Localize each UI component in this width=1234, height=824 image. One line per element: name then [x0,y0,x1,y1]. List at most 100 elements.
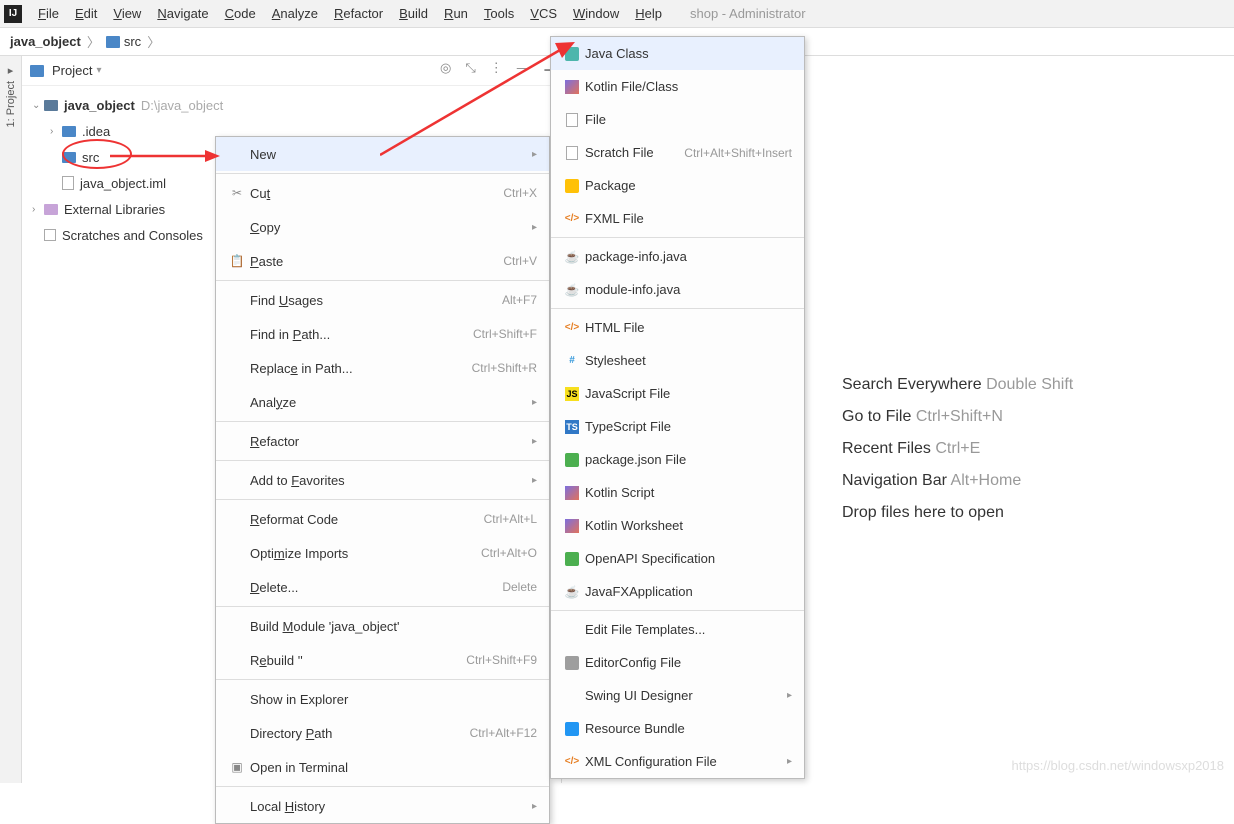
menu-item-icon: </> [563,213,581,224]
menu-item-icon [563,47,581,61]
new-package-json-file[interactable]: package.json File [551,443,804,476]
minimize-icon[interactable]: — [517,60,530,82]
panel-title[interactable]: Project [52,63,92,78]
menu-run[interactable]: Run [436,6,476,21]
chevron-right-icon: ▸ [532,397,537,408]
menu-analyze[interactable]: Analyze [264,6,326,21]
expand-icon[interactable]: › [32,204,44,215]
menu-refactor[interactable]: Refactor [326,6,391,21]
module-icon [44,100,58,111]
ctx-paste[interactable]: 📋PasteCtrl+V [216,244,549,278]
new-resource-bundle[interactable]: Resource Bundle [551,712,804,745]
menu-item-icon [563,486,581,500]
chevron-right-icon: ▸ [787,690,792,701]
menu-help[interactable]: Help [627,6,670,21]
ctx-analyze[interactable]: Analyze▸ [216,385,549,419]
ctx-reformat-code[interactable]: Reformat CodeCtrl+Alt+L [216,502,549,536]
new-fxml-file[interactable]: </>FXML File [551,202,804,235]
menu-item-icon [563,179,581,193]
new-swing-ui-designer[interactable]: Swing UI Designer▸ [551,679,804,712]
breadcrumb-project[interactable]: java_object [10,34,81,49]
menu-item-icon: ☕ [563,283,581,297]
more-icon[interactable]: ⋮ [490,60,503,82]
menu-tools[interactable]: Tools [476,6,522,21]
breadcrumb-folder[interactable]: src [124,34,141,49]
menu-item-icon: # [563,355,581,366]
menu-item-icon [563,519,581,533]
expand-icon[interactable]: › [50,126,62,137]
menu-item-icon [563,113,581,127]
ctx-local-history[interactable]: Local History▸ [216,789,549,823]
ctx-find-in-path-[interactable]: Find in Path...Ctrl+Shift+F [216,317,549,351]
scratch-icon [44,229,56,241]
new-edit-file-templates-[interactable]: Edit File Templates... [551,613,804,646]
menu-navigate[interactable]: Navigate [149,6,216,21]
menu-window[interactable]: Window [565,6,627,21]
new-java-class[interactable]: Java Class [551,37,804,70]
file-icon [62,176,74,190]
ctx-build-module-java-object-[interactable]: Build Module 'java_object' [216,609,549,643]
new-javafxapplication[interactable]: ☕JavaFXApplication [551,575,804,608]
new-html-file[interactable]: </>HTML File [551,311,804,344]
tree-root[interactable]: ⌄ java_object D:\java_object [22,92,561,118]
ctx-open-in-terminal[interactable]: ▣Open in Terminal [216,750,549,784]
ctx-new[interactable]: New▸ [216,137,549,171]
menubar: IJ FileEditViewNavigateCodeAnalyzeRefact… [0,0,1234,28]
target-icon[interactable]: ◎ [440,60,451,82]
new-package-info-java[interactable]: ☕package-info.java [551,240,804,273]
new-kotlin-worksheet[interactable]: Kotlin Worksheet [551,509,804,542]
hint-search-everywhere: Search Everywhere Double Shift [842,376,1073,394]
hint-recent-files: Recent Files Ctrl+E [842,440,1073,458]
new-typescript-file[interactable]: TSTypeScript File [551,410,804,443]
menu-item-icon [563,453,581,467]
new-file[interactable]: File [551,103,804,136]
menu-item-icon: TS [563,420,581,434]
new-stylesheet[interactable]: #Stylesheet [551,344,804,377]
chevron-right-icon: ▸ [532,149,537,160]
ctx-find-usages[interactable]: Find UsagesAlt+F7 [216,283,549,317]
new-xml-configuration-file[interactable]: </>XML Configuration File▸ [551,745,804,778]
ctx-directory-path[interactable]: Directory PathCtrl+Alt+F12 [216,716,549,750]
new-kotlin-file-class[interactable]: Kotlin File/Class [551,70,804,103]
gutter-project-label[interactable]: 1: Project [5,81,17,127]
new-editorconfig-file[interactable]: EditorConfig File [551,646,804,679]
context-menu: New▸ ✂CutCtrl+XCopy▸📋PasteCtrl+V Find Usag… [215,136,550,824]
ctx-optimize-imports[interactable]: Optimize ImportsCtrl+Alt+O [216,536,549,570]
new-module-info-java[interactable]: ☕module-info.java [551,273,804,306]
new-kotlin-script[interactable]: Kotlin Script [551,476,804,509]
menu-vcs[interactable]: VCS [522,6,565,21]
ctx-add-to-favorites[interactable]: Add to Favorites▸ [216,463,549,497]
hint-go-to-file: Go to File Ctrl+Shift+N [842,408,1073,426]
ctx-copy[interactable]: Copy▸ [216,210,549,244]
ctx-refactor[interactable]: Refactor▸ [216,424,549,458]
menu-item-icon: 📋 [228,254,246,268]
menu-item-icon [563,552,581,566]
chevron-right-icon: ▸ [532,475,537,486]
chevron-right-icon: ▸ [532,222,537,233]
menu-item-icon [563,722,581,736]
menu-build[interactable]: Build [391,6,436,21]
menu-item-icon: JS [563,387,581,401]
menu-file[interactable]: File [30,6,67,21]
welcome-hints: Search Everywhere Double Shift Go to File… [842,376,1073,536]
ctx-rebuild-default-[interactable]: Rebuild ''Ctrl+Shift+F9 [216,643,549,677]
folder-icon [30,65,44,77]
ctx-delete-[interactable]: Delete...Delete [216,570,549,604]
menu-item-icon: ☕ [563,250,581,264]
ctx-cut[interactable]: ✂CutCtrl+X [216,176,549,210]
menu-item-icon [563,656,581,670]
ctx-replace-in-path-[interactable]: Replace in Path...Ctrl+Shift+R [216,351,549,385]
new-openapi-specification[interactable]: OpenAPI Specification [551,542,804,575]
new-submenu: Java ClassKotlin File/ClassFileScratch F… [550,36,805,779]
menu-code[interactable]: Code [217,6,264,21]
ctx-show-in-explorer[interactable]: Show in Explorer [216,682,549,716]
hint-navigation-bar: Navigation Bar Alt+Home [842,472,1073,490]
expand-icon[interactable]: ⌄ [32,100,44,111]
watermark: https://blog.csdn.net/windowsxp2018 [1012,758,1224,773]
collapse-icon[interactable]: ⤡ [465,60,475,82]
new-scratch-file[interactable]: Scratch FileCtrl+Alt+Shift+Insert [551,136,804,169]
menu-view[interactable]: View [105,6,149,21]
menu-edit[interactable]: Edit [67,6,105,21]
new-package[interactable]: Package [551,169,804,202]
new-javascript-file[interactable]: JSJavaScript File [551,377,804,410]
